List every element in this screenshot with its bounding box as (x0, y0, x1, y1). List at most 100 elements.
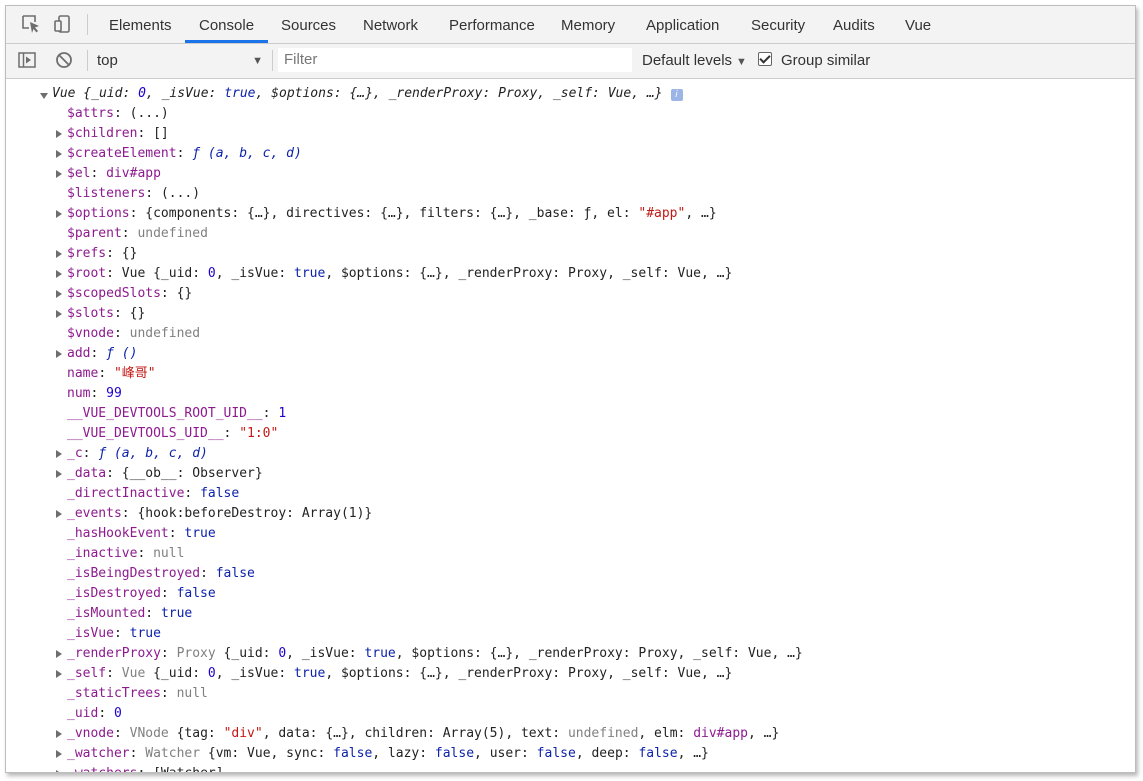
context-selector[interactable]: top ▼ (97, 50, 265, 72)
console-value-token: , elm: (638, 726, 694, 741)
sidebar-toggle-icon[interactable] (17, 50, 37, 70)
expand-triangle-icon[interactable] (56, 130, 62, 138)
property-key: _directInactive (67, 486, 185, 501)
expand-triangle-icon[interactable] (56, 310, 62, 318)
console-property-row[interactable]: $scopedSlots: {} (67, 284, 192, 304)
group-similar-checkbox[interactable] (758, 52, 772, 66)
expand-triangle-icon[interactable] (56, 170, 62, 178)
console-property-row[interactable]: _isDestroyed: false (67, 584, 216, 604)
console-value-token: , $options: {…}, _renderProxy: Proxy, _s… (325, 666, 733, 681)
console-property-row[interactable]: _directInactive: false (67, 484, 239, 504)
console-property-row[interactable]: _watchers: [Watcher] (67, 764, 224, 772)
tab-application[interactable]: Application (646, 6, 719, 43)
console-property-row[interactable]: $slots: {} (67, 304, 145, 324)
console-object-header[interactable]: Vue {_uid: 0, _isVue: true, $options: {…… (52, 84, 683, 104)
key-separator: : (262, 406, 279, 421)
property-key: add (67, 346, 91, 361)
context-dropdown-icon: ▼ (252, 55, 263, 67)
expand-triangle-icon[interactable] (56, 150, 62, 158)
info-icon[interactable]: i (670, 89, 683, 101)
expand-triangle-icon[interactable] (56, 470, 62, 478)
console-property-row[interactable]: __VUE_DEVTOOLS_ROOT_UID__: 1 (67, 404, 286, 424)
expand-triangle-icon[interactable] (56, 670, 62, 678)
property-key: $createElement (67, 146, 177, 161)
console-value-token: 0 (113, 706, 122, 721)
tab-vue[interactable]: Vue (905, 6, 931, 43)
console-value-token: true (364, 646, 396, 661)
tab-sources[interactable]: Sources (281, 6, 336, 43)
expand-triangle-icon[interactable] (56, 510, 62, 518)
expand-triangle-icon[interactable] (40, 93, 48, 99)
console-value-token: true (224, 86, 256, 101)
console-value-token: {} (176, 286, 193, 301)
expand-triangle-icon[interactable] (56, 770, 62, 772)
console-value-token: Vue {_uid: (121, 266, 208, 281)
device-toolbar-icon[interactable] (53, 14, 73, 34)
console-property-row[interactable]: add: ƒ () (67, 344, 137, 364)
property-key: $slots (67, 306, 114, 321)
property-key: $el (67, 166, 91, 181)
expand-triangle-icon[interactable] (56, 250, 62, 258)
console-property-row[interactable]: _watcher: Watcher {vm: Vue, sync: false,… (67, 744, 709, 764)
property-key: $root (67, 266, 107, 281)
console-property-row[interactable]: _data: {__ob__: Observer} (67, 464, 263, 484)
console-property-row[interactable]: _isVue: true (67, 624, 161, 644)
filter-input[interactable]: Filter (278, 48, 632, 72)
console-property-row[interactable]: _staticTrees: null (67, 684, 208, 704)
console-value-token: , …} (677, 746, 709, 761)
tab-elements[interactable]: Elements (109, 6, 172, 43)
console-property-row[interactable]: $createElement: ƒ (a, b, c, d) (67, 144, 302, 164)
tab-console[interactable]: Console (199, 6, 254, 43)
console-property-row[interactable]: $vnode: undefined (67, 324, 200, 344)
key-separator: : (160, 286, 177, 301)
property-key: $listeners (67, 186, 146, 201)
expand-triangle-icon[interactable] (56, 270, 62, 278)
console-property-row[interactable]: $options: {components: {…}, directives: … (67, 204, 717, 224)
expand-triangle-icon[interactable] (56, 450, 62, 458)
tab-performance[interactable]: Performance (449, 6, 535, 43)
expand-triangle-icon[interactable] (56, 730, 62, 738)
console-value-token: {__ob__: Observer} (121, 466, 263, 481)
console-property-row[interactable]: _uid: 0 (67, 704, 122, 724)
console-property-row[interactable]: $listeners: (...) (67, 184, 200, 204)
console-property-row[interactable]: _vnode: VNode {tag: "div", data: {…}, ch… (67, 724, 779, 744)
console-property-row[interactable]: _hasHookEvent: true (67, 524, 216, 544)
console-value-token: 0 (278, 646, 287, 661)
tab-audits[interactable]: Audits (833, 6, 875, 43)
console-property-row[interactable]: _events: {hook:beforeDestroy: Array(1)} (67, 504, 372, 524)
console-property-row[interactable]: __VUE_DEVTOOLS_UID__: "1:0" (67, 424, 278, 444)
log-levels-dropdown[interactable]: Default levels ▼ (642, 50, 747, 73)
expand-triangle-icon[interactable] (56, 350, 62, 358)
console-value-token: , user: (474, 746, 537, 761)
expand-triangle-icon[interactable] (56, 750, 62, 758)
key-separator: : (90, 346, 107, 361)
console-property-row[interactable]: $parent: undefined (67, 224, 208, 244)
console-property-row[interactable]: num: 99 (67, 384, 122, 404)
console-property-row[interactable]: _isBeingDestroyed: false (67, 564, 255, 584)
console-property-row[interactable]: $el: div#app (67, 164, 161, 184)
expand-triangle-icon[interactable] (56, 290, 62, 298)
console-property-row[interactable]: _self: Vue {_uid: 0, _isVue: true, $opti… (67, 664, 732, 684)
expand-triangle-icon[interactable] (56, 650, 62, 658)
console-property-row[interactable]: $root: Vue {_uid: 0, _isVue: true, $opti… (67, 264, 732, 284)
console-property-row[interactable]: _renderProxy: Proxy {_uid: 0, _isVue: tr… (67, 644, 803, 664)
console-value-token: undefined (137, 226, 208, 241)
clear-console-icon[interactable] (54, 50, 74, 70)
console-property-row[interactable]: $attrs: (...) (67, 104, 169, 124)
tab-network[interactable]: Network (363, 6, 418, 43)
group-similar-toggle[interactable]: Group similar (758, 50, 870, 72)
key-separator: : (137, 546, 154, 561)
group-similar-label: Group similar (781, 52, 871, 69)
console-property-row[interactable]: _isMounted: true (67, 604, 192, 624)
console-property-row[interactable]: name: "峰哥" (67, 364, 156, 384)
inspect-element-icon[interactable] (21, 14, 41, 34)
expand-triangle-icon[interactable] (56, 210, 62, 218)
console-property-row[interactable]: _inactive: null (67, 544, 184, 564)
key-separator: : (113, 306, 130, 321)
tab-security[interactable]: Security (751, 6, 805, 43)
console-property-row[interactable]: $children: [] (67, 124, 169, 144)
console-property-row[interactable]: $refs: {} (67, 244, 137, 264)
chevron-down-icon: ▼ (736, 56, 747, 68)
console-property-row[interactable]: _c: ƒ (a, b, c, d) (67, 444, 208, 464)
tab-memory[interactable]: Memory (561, 6, 615, 43)
